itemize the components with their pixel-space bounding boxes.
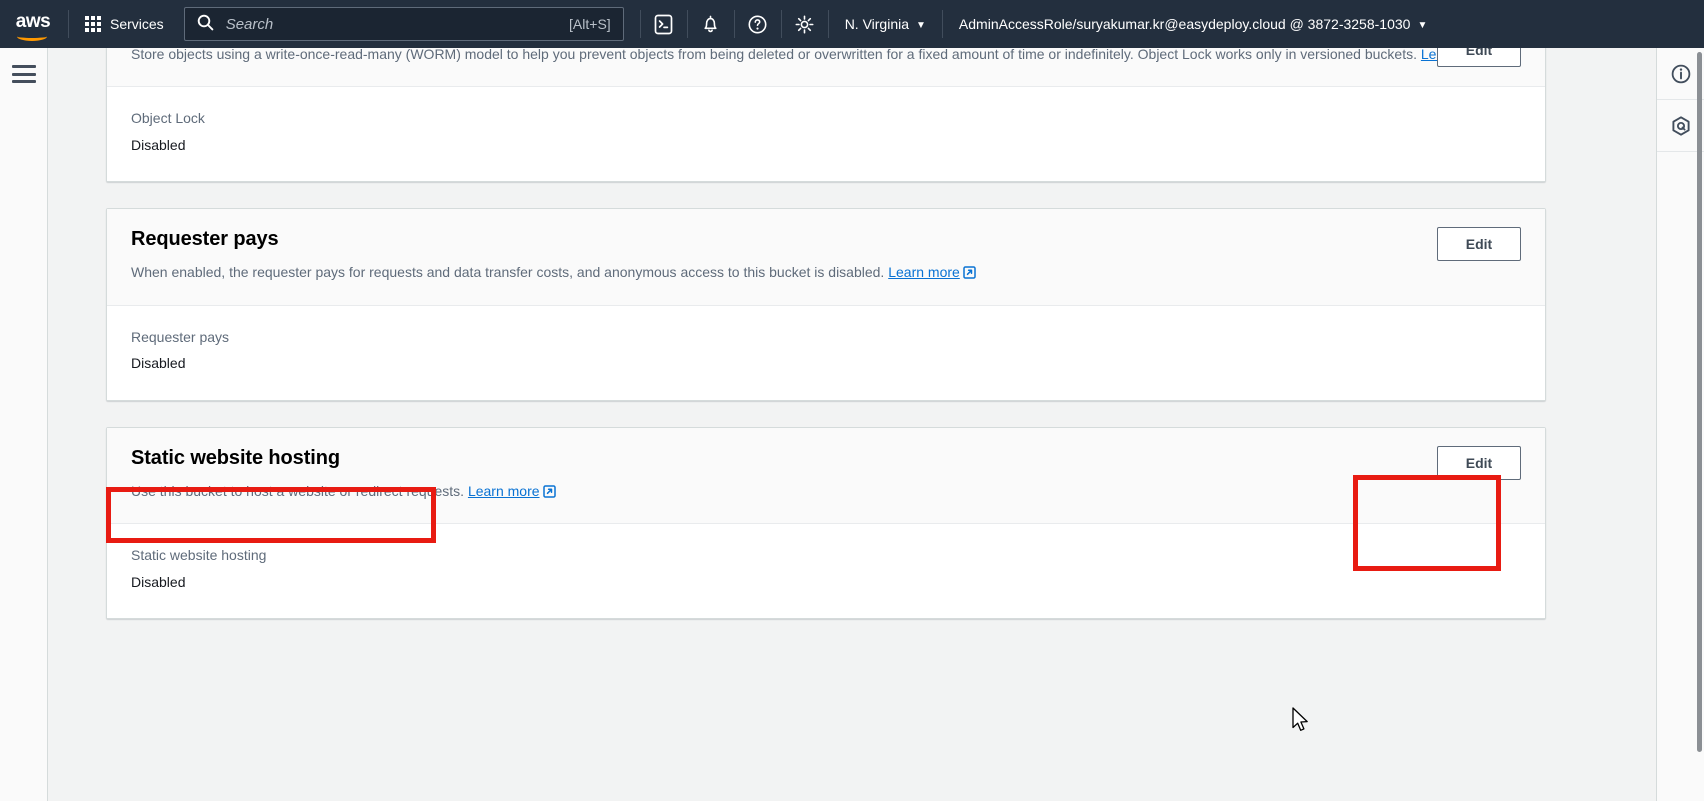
object-lock-field-value: Disabled	[131, 136, 186, 153]
hamburger-menu-icon[interactable]	[12, 65, 36, 83]
external-link-icon	[963, 264, 976, 284]
static-website-hosting-body: Static website hosting Disabled	[107, 524, 1545, 619]
cloudshell-icon[interactable]	[643, 0, 685, 48]
static-website-hosting-section: Static website hosting Use this bucket t…	[106, 426, 1546, 620]
region-selector[interactable]: N. Virginia ▼	[831, 0, 940, 48]
object-lock-section: Store objects using a write-once-read-ma…	[106, 48, 1546, 183]
aws-logo-smile	[16, 32, 47, 41]
chevron-down-icon: ▼	[916, 19, 926, 31]
static-website-hosting-description: Use this bucket to host a website or red…	[131, 481, 1521, 503]
page-scrollbar[interactable]	[1697, 52, 1702, 752]
object-lock-body: Object Lock Disabled	[107, 87, 1545, 182]
settings-gear-icon[interactable]	[784, 0, 826, 48]
chevron-down-icon: ▼	[1417, 19, 1428, 31]
nav-divider	[639, 10, 641, 38]
search-shortcut-hint: [Alt+S]	[569, 16, 611, 32]
search-icon	[197, 14, 214, 34]
notifications-bell-icon[interactable]	[690, 0, 732, 48]
requester-pays-section: Requester pays When enabled, the request…	[106, 208, 1546, 401]
static-website-hosting-learn-more-link[interactable]: Learn more	[468, 483, 556, 499]
requester-pays-body: Requester pays Disabled	[107, 305, 1545, 400]
bucket-properties-content: Store objects using a write-once-read-ma…	[106, 48, 1546, 645]
nav-divider	[780, 10, 782, 38]
services-menu-button[interactable]: Services	[71, 0, 178, 48]
requester-pays-field-label: Requester pays	[131, 328, 230, 345]
region-label: N. Virginia	[844, 16, 910, 32]
static-website-hosting-header: Static website hosting Use this bucket t…	[107, 427, 1545, 525]
account-menu[interactable]: AdminAccessRole/suryakumar.kr@easydeploy…	[945, 0, 1443, 48]
top-navigation-bar: aws Services Search [Alt+S] N. Virginia …	[0, 0, 1704, 48]
left-navigation-rail	[0, 48, 48, 801]
help-question-icon[interactable]	[737, 0, 779, 48]
requester-pays-title: Requester pays	[131, 228, 279, 251]
nav-divider	[733, 10, 735, 38]
search-input[interactable]: Search [Alt+S]	[183, 7, 624, 41]
aws-logo[interactable]: aws	[0, 0, 66, 48]
object-lock-edit-button[interactable]: Edit	[1437, 48, 1521, 67]
nav-divider	[941, 10, 943, 38]
nav-divider	[686, 10, 688, 38]
static-website-hosting-field-label: Static website hosting	[131, 547, 267, 564]
object-lock-description: Store objects using a write-once-read-ma…	[131, 48, 1521, 66]
aws-logo-text: aws	[15, 10, 51, 32]
requester-pays-description: When enabled, the requester pays for req…	[131, 262, 1521, 284]
requester-pays-learn-more-link[interactable]: Learn more	[888, 264, 976, 280]
static-website-hosting-field-value: Disabled	[131, 573, 186, 590]
requester-pays-field-value: Disabled	[131, 355, 186, 372]
account-label: AdminAccessRole/suryakumar.kr@easydeploy…	[958, 16, 1411, 32]
main-scroll-region[interactable]: Store objects using a write-once-read-ma…	[48, 48, 1656, 801]
static-website-hosting-title: Static website hosting	[131, 446, 340, 469]
external-link-icon	[542, 483, 556, 503]
grid-apps-icon	[85, 16, 101, 32]
services-label: Services	[110, 16, 164, 32]
nav-divider	[68, 10, 69, 38]
search-placeholder-text: Search	[225, 15, 274, 33]
nav-divider	[827, 10, 829, 38]
object-lock-header: Store objects using a write-once-read-ma…	[107, 48, 1545, 88]
requester-pays-header: Requester pays When enabled, the request…	[107, 209, 1545, 306]
requester-pays-edit-button[interactable]: Edit	[1437, 227, 1521, 262]
static-website-hosting-edit-button[interactable]: Edit	[1437, 445, 1521, 480]
object-lock-field-label: Object Lock	[131, 110, 205, 127]
